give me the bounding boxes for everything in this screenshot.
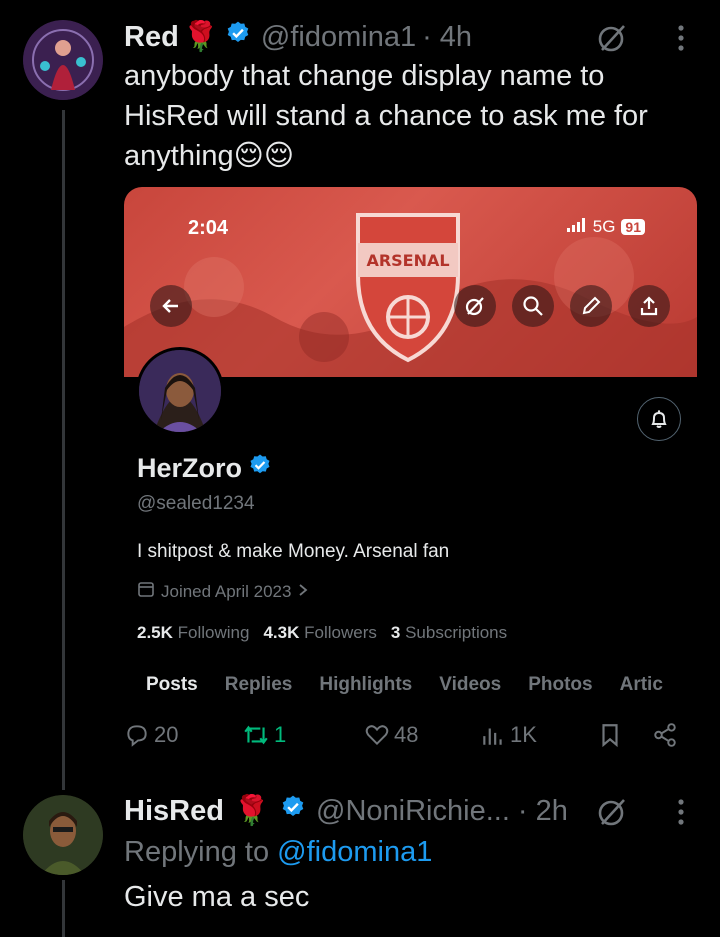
replying-prefix: Replying to [124,836,270,868]
more-options-icon[interactable] [666,20,696,56]
grok-icon[interactable] [592,794,632,830]
tab-articles[interactable]: Artic [620,674,663,696]
repost-count: 1 [274,722,287,747]
bookmark-button[interactable] [598,722,622,748]
status-time: 2:04 [188,217,229,239]
tab-videos[interactable]: Videos [439,674,501,696]
profile-banner: 2:04 5G 91 ARSENAL [124,187,697,377]
arsenal-label: ARSENAL [366,251,450,270]
tweet2-handle[interactable]: @NoniRichie... [316,795,510,828]
reply-button[interactable]: 20 [124,722,178,748]
followers-stat[interactable]: 4.3K Followers [263,623,376,643]
network-label: 5G [592,217,616,236]
like-count: 48 [394,722,419,747]
tweet1-actions: 20 1 48 1K [124,722,694,758]
tab-posts[interactable]: Posts [146,674,198,696]
notification-bell-icon[interactable] [637,397,681,441]
reply-icon [127,725,147,747]
repost-button[interactable]: 1 [242,722,286,748]
heart-icon [365,725,389,746]
views-count: 1K [510,722,537,747]
profile-name-text: HerZoro [137,453,243,483]
share-icon[interactable] [628,285,670,327]
profile-bio: I shitpost & make Money. Arsenal fan [137,541,450,562]
repost-icon [244,725,268,745]
verified-badge-icon [225,20,251,54]
thread-line-top [62,110,65,790]
tweet1-header: Red 🌹 @fidomina1 · 4h [124,20,472,54]
tab-replies[interactable]: Replies [225,674,293,696]
signal-icon [566,217,587,237]
arsenal-crest: ARSENAL [348,205,468,365]
tweet2-name[interactable]: HisRed [124,795,224,828]
profile-handle: @sealed1234 [137,493,255,514]
profile-tabs: Posts Replies Highlights Videos Photos A… [146,674,690,696]
more-options-icon[interactable] [666,794,696,830]
tweet2-header: HisRed 🌹 @NoniRichie... · 2h [124,794,568,828]
subscriptions-stat[interactable]: 3 Subscriptions [391,623,507,643]
thread-line-bottom [62,880,65,937]
joined-text: Joined April 2023 [161,581,292,601]
tab-photos[interactable]: Photos [528,674,592,696]
replying-to-link[interactable]: @fidomina1 [277,836,432,868]
search-icon[interactable] [512,285,554,327]
avatar-red[interactable] [23,20,103,100]
views-icon [483,728,502,745]
tweet2-text: Give ma a sec [124,881,310,913]
tweet1-name[interactable]: Red [124,21,179,54]
rose-emoji: 🌹 [182,21,219,53]
like-button[interactable]: 48 [364,722,418,748]
grok-icon[interactable] [592,20,632,56]
edit-icon[interactable] [570,285,612,327]
following-stat[interactable]: 2.5K Following [137,623,249,643]
tweet1-time[interactable]: · 4h [422,21,472,54]
share-button[interactable] [652,722,678,748]
views-button[interactable]: 1K [480,722,537,748]
share-nodes-icon [654,723,676,747]
profile-joined: Joined April 2023 [137,580,309,603]
grok-icon-banner[interactable] [454,285,496,327]
attached-screenshot[interactable]: 2:04 5G 91 ARSENAL HerZoro @sealed1234 I… [124,187,697,777]
chevron-right-icon[interactable] [297,582,309,602]
bookmark-icon [602,724,618,748]
battery-level: 91 [621,219,645,235]
status-bar-right: 5G 91 [566,217,645,237]
profile-name: HerZoro [137,453,272,484]
profile-stats: 2.5K Following 4.3K Followers 3 Subscrip… [137,623,507,643]
back-arrow-icon[interactable] [150,285,192,327]
rose-emoji: 🌹 [233,795,271,827]
profile-verified-icon [248,453,272,484]
verified-badge-icon [280,794,306,828]
profile-avatar[interactable] [136,347,224,435]
calendar-icon [137,580,155,603]
tweet1-handle[interactable]: @fidomina1 [261,21,416,54]
reply-count: 20 [154,722,179,747]
tab-highlights[interactable]: Highlights [319,674,412,696]
tweet2-time[interactable]: · 2h [518,795,568,828]
tweet2-replying: Replying to @fidomina1 [124,832,432,872]
avatar-hisred[interactable] [23,795,103,875]
tweet1-text: anybody that change display name to HisR… [124,60,648,172]
